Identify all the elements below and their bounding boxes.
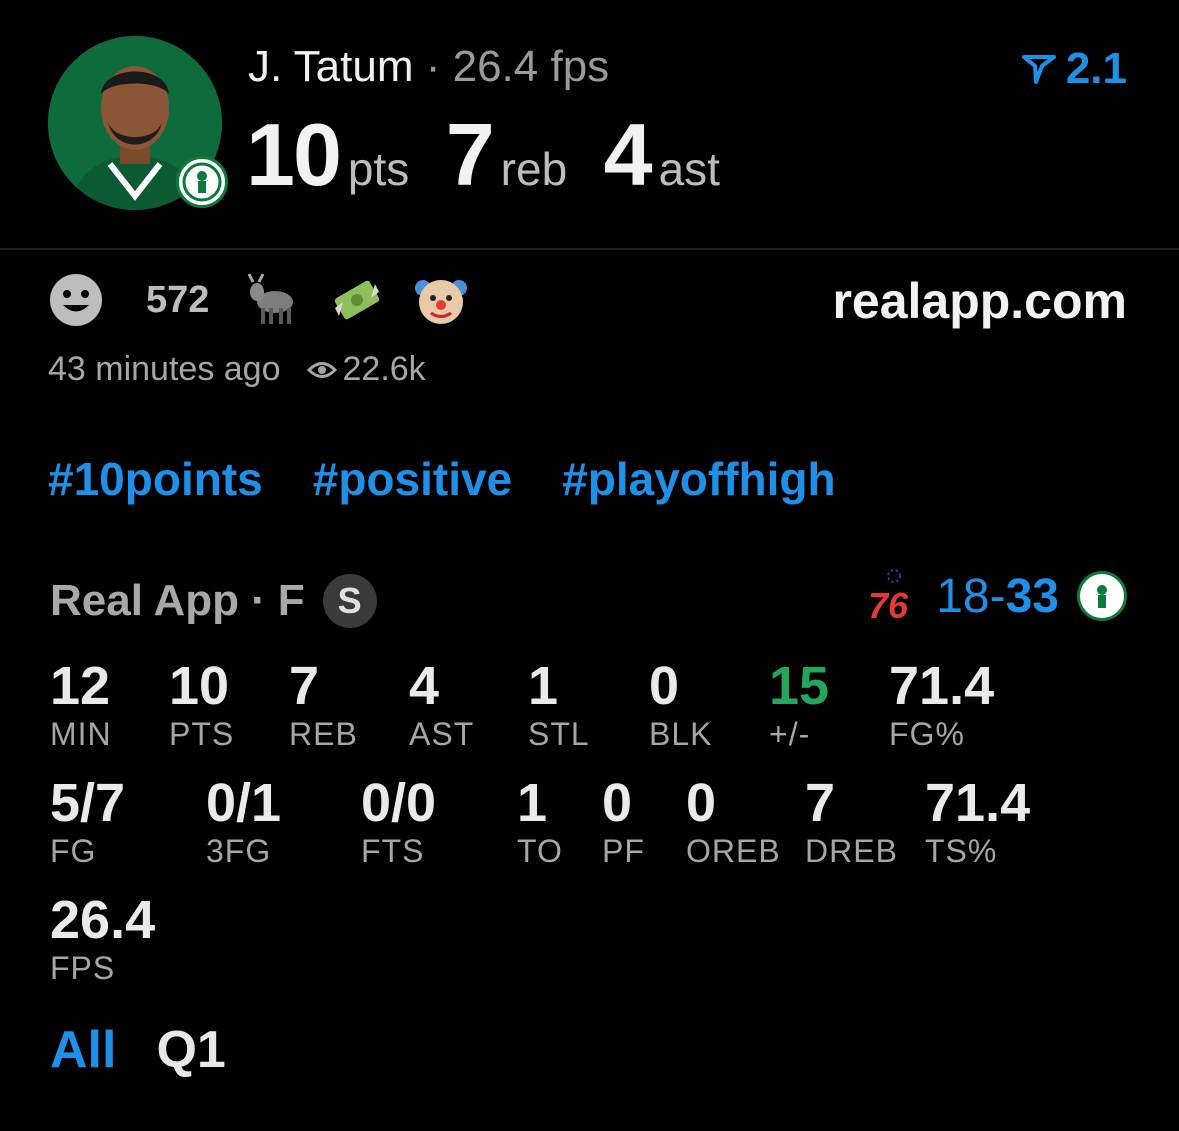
stat-pts: 10 PTS xyxy=(169,656,235,752)
stat-fps: 26.4 FPS xyxy=(50,890,156,986)
stat-3fg: 0/1 3FG xyxy=(206,773,282,869)
stat-ts-pct: 71.4 TS% xyxy=(925,773,1031,869)
source-name[interactable]: Real App xyxy=(50,576,239,626)
eye-icon xyxy=(306,361,337,378)
home-score: 33 xyxy=(1005,569,1059,623)
view-count: 22.6k xyxy=(306,350,426,389)
stat-reb: 7 REB xyxy=(289,656,358,752)
stat-fg: 5/7 FG xyxy=(50,773,126,869)
funnel-icon xyxy=(1021,55,1056,84)
post-time: 43 minutes ago xyxy=(48,350,281,388)
stat-fg-pct: 71.4 FG% xyxy=(889,656,995,752)
reactions-bar: 572 xyxy=(48,272,497,328)
stat-dreb: 7 DREB xyxy=(805,773,898,869)
clown-emoji[interactable] xyxy=(413,272,469,328)
post-meta: 43 minutes ago 22.6k xyxy=(48,350,426,389)
celtics-logo-icon xyxy=(1077,571,1127,621)
stat-plus-minus: 15 +/- xyxy=(769,656,830,752)
reb-value: 7 xyxy=(445,105,495,204)
sixers-logo-icon: 76 xyxy=(868,569,909,624)
source-line: Real App · F S xyxy=(50,574,377,628)
reaction-count: 572 xyxy=(146,278,210,321)
site-link[interactable]: realapp.com xyxy=(832,272,1127,330)
pts-value: 10 xyxy=(246,105,342,204)
away-score: 18 xyxy=(936,569,990,623)
hashtag[interactable]: #playoffhigh xyxy=(562,452,835,506)
stat-min: 12 MIN xyxy=(50,656,112,752)
reb-unit: reb xyxy=(500,143,568,195)
player-name[interactable]: J. Tatum xyxy=(248,42,413,91)
stat-blk: 0 BLK xyxy=(649,656,713,752)
stat-stl: 1 STL xyxy=(528,656,590,752)
money-emoji[interactable] xyxy=(329,272,385,328)
separator: · xyxy=(251,576,266,625)
player-fps: 26.4 fps xyxy=(452,42,610,91)
tab-all[interactable]: All xyxy=(50,1020,116,1080)
stat-pf: 0 PF xyxy=(602,773,645,869)
stat-to: 1 TO xyxy=(517,773,563,869)
goat-emoji[interactable] xyxy=(245,272,301,328)
period-tabs: All Q1 xyxy=(50,1020,226,1080)
score-dash: - xyxy=(989,569,1006,623)
game-score[interactable]: 76 18 - 33 xyxy=(868,568,1127,624)
hashtag[interactable]: #10points xyxy=(48,452,263,506)
player-name-line: J. Tatum · 26.4 fps xyxy=(248,42,609,92)
view-count-value: 22.6k xyxy=(342,350,426,388)
stat-ast: 4 AST xyxy=(409,656,475,752)
ast-value: 4 xyxy=(603,105,653,204)
status-badge: S xyxy=(322,574,377,628)
separator: · xyxy=(425,42,441,91)
smiley-icon[interactable] xyxy=(48,272,104,328)
hashtag-list: #10points #positive #playoffhigh xyxy=(48,452,836,506)
pts-unit: pts xyxy=(347,143,410,195)
headline-statline: 10 pts 7 reb 4 ast xyxy=(246,104,752,206)
svg-text:76: 76 xyxy=(868,585,909,624)
post-header: J. Tatum · 26.4 fps 10 pts 7 reb 4 ast 2.1 xyxy=(0,0,1179,250)
tab-q1[interactable]: Q1 xyxy=(156,1020,225,1080)
hashtag[interactable]: #positive xyxy=(313,452,512,506)
stat-oreb: 0 OREB xyxy=(686,773,781,869)
player-position: F xyxy=(277,576,305,625)
stat-fts: 0/0 FTS xyxy=(361,773,437,869)
ast-unit: ast xyxy=(658,143,720,195)
team-badge-icon xyxy=(176,156,228,208)
rating-badge[interactable]: 2.1 xyxy=(1021,44,1127,94)
rating-value: 2.1 xyxy=(1065,44,1127,93)
